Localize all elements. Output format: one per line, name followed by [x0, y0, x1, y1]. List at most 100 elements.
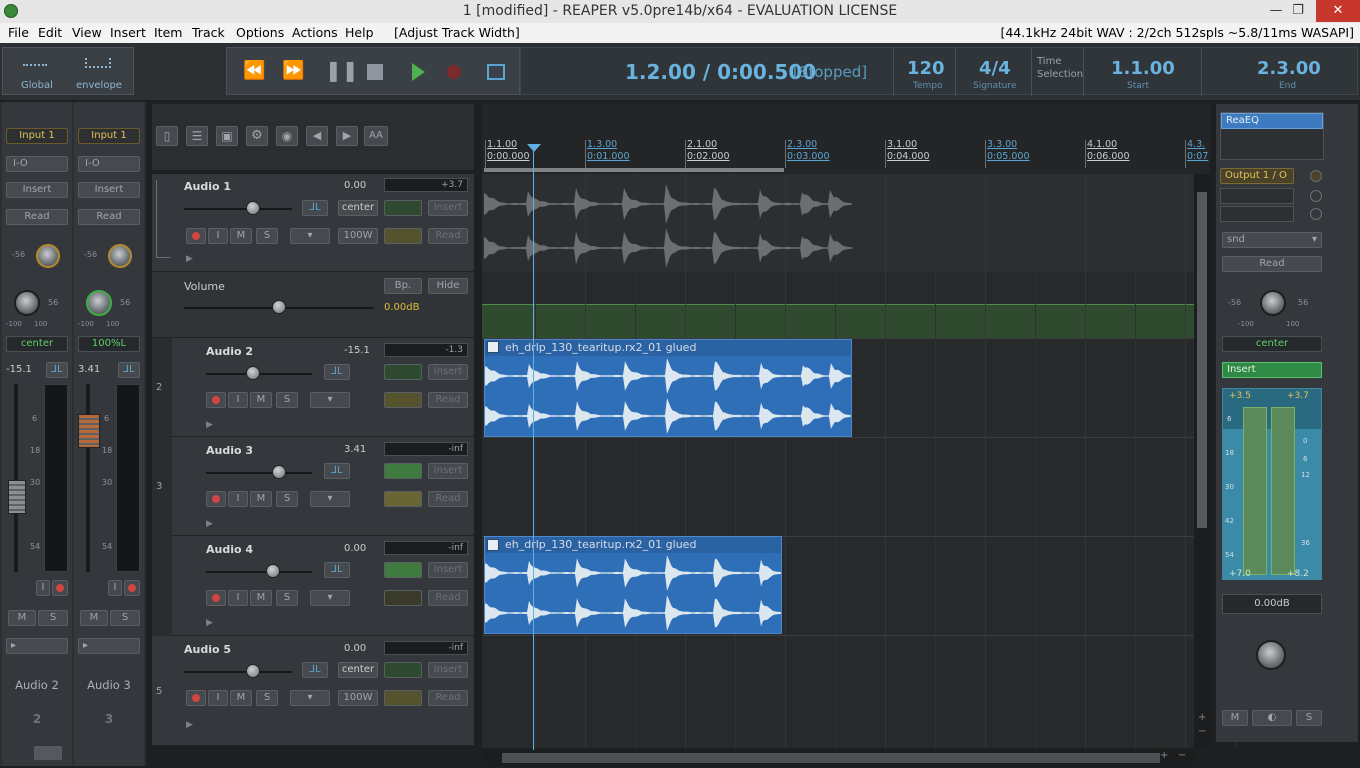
strip-name[interactable]: Audio 2: [2, 678, 72, 692]
phase-button[interactable]: ⅃L: [324, 364, 350, 380]
track-fx-bypass-indicator[interactable]: [384, 200, 422, 216]
track-name[interactable]: Audio 5: [184, 643, 231, 656]
track-pan-value[interactable]: center: [338, 662, 378, 678]
selection-start-value[interactable]: 1.1.00: [1111, 58, 1175, 79]
expand-icon[interactable]: ▶: [186, 254, 193, 264]
envelope-slider-knob[interactable]: [272, 300, 286, 314]
track-env-indicator[interactable]: [384, 690, 422, 706]
envelope-bypass-button[interactable]: Bp.: [384, 278, 422, 294]
menu-file[interactable]: File: [8, 25, 29, 40]
strip-input-monitor-button[interactable]: I: [36, 580, 50, 596]
rec-arm-button[interactable]: [206, 590, 226, 606]
audio-item-track-4[interactable]: eh_drlp_130_tearitup.rx2_01 glued: [484, 536, 782, 634]
strip-volume-knob[interactable]: [36, 244, 60, 268]
global-icon[interactable]: [23, 58, 47, 66]
signature-value[interactable]: 4/4: [979, 58, 1011, 79]
position-readout[interactable]: 1.2.00 / 0:00.500: [625, 60, 816, 84]
expand-icon[interactable]: ▶: [206, 519, 213, 529]
track-insert-button[interactable]: Insert: [428, 200, 468, 216]
track-name[interactable]: Audio 4: [206, 543, 253, 556]
strip-mute-button[interactable]: M: [80, 610, 108, 626]
stop-icon[interactable]: [367, 64, 383, 80]
strip-phase-button[interactable]: ⅃L: [118, 362, 140, 378]
rec-arm-button[interactable]: [206, 392, 226, 408]
strip-solo-button[interactable]: S: [38, 610, 68, 626]
strip-name[interactable]: Audio 3: [74, 678, 144, 692]
master-volume-knob[interactable]: [1256, 640, 1286, 670]
track-io-dropdown[interactable]: ▾: [290, 228, 330, 244]
envelope-lane-volume[interactable]: Volume Bp. Hide 0.00dB: [152, 272, 474, 338]
track-env-indicator[interactable]: [384, 228, 422, 244]
mute-button[interactable]: M: [250, 491, 272, 507]
strip-fader-handle[interactable]: [8, 480, 26, 514]
menu-item[interactable]: Item: [154, 25, 182, 40]
pause-icon[interactable]: ❚❚: [325, 58, 359, 82]
tempo-value[interactable]: 120: [907, 58, 945, 79]
track-header-audio-4[interactable]: Audio 4 0.00 -inf ⅃L Insert I M S ▾ Read…: [172, 536, 474, 636]
menu-view[interactable]: View: [72, 25, 102, 40]
track-insert-button[interactable]: Insert: [428, 364, 468, 380]
solo-button[interactable]: S: [276, 491, 298, 507]
strip-phase-button[interactable]: ⅃L: [46, 362, 68, 378]
monitor-button[interactable]: I: [208, 690, 228, 706]
strip-input-button[interactable]: Input 1: [78, 128, 140, 144]
master-output-slot-2[interactable]: [1220, 188, 1294, 204]
undo-arrow-icon[interactable]: ◀: [306, 126, 328, 146]
strip-rec-arm-button[interactable]: [124, 580, 140, 596]
track-env-indicator[interactable]: [384, 491, 422, 507]
track-width-value[interactable]: 100W: [338, 228, 378, 244]
strip-expand-button[interactable]: ▸: [6, 638, 68, 654]
track-read-button[interactable]: Read: [428, 491, 468, 507]
expand-icon[interactable]: ▶: [186, 720, 193, 730]
track-io-dropdown[interactable]: ▾: [310, 491, 350, 507]
track-insert-button[interactable]: Insert: [428, 463, 468, 479]
menu-actions[interactable]: Actions: [292, 25, 338, 40]
track-read-button[interactable]: Read: [428, 392, 468, 408]
strip-input-button[interactable]: Input 1: [6, 128, 68, 144]
phase-button[interactable]: ⅃L: [302, 200, 328, 216]
solo-button[interactable]: S: [276, 392, 298, 408]
phase-button[interactable]: ⅃L: [302, 662, 328, 678]
audio-item-track-2[interactable]: eh_drlp_130_tearitup.rx2_01 glued: [484, 339, 852, 437]
global-label[interactable]: Global: [21, 80, 53, 91]
track-volume-slider[interactable]: [184, 671, 292, 673]
strip-io-dropdown[interactable]: I-O: [78, 156, 140, 172]
close-button[interactable]: ✕: [1316, 0, 1360, 22]
track-io-dropdown[interactable]: ▾: [310, 590, 350, 606]
track-io-dropdown[interactable]: ▾: [290, 690, 330, 706]
monitor-button[interactable]: I: [228, 491, 248, 507]
solo-button[interactable]: S: [256, 690, 278, 706]
track-insert-button[interactable]: Insert: [428, 662, 468, 678]
solo-button[interactable]: S: [276, 590, 298, 606]
track-header-audio-1[interactable]: Audio 1 0.00 +3.7 ⅃L center Insert I M S…: [152, 174, 474, 272]
mute-button[interactable]: M: [250, 392, 272, 408]
strip-volume-knob[interactable]: [108, 244, 132, 268]
master-volume-value[interactable]: 0.00dB: [1222, 594, 1322, 614]
mute-button[interactable]: M: [230, 228, 252, 244]
master-fx-slot[interactable]: ReaEQ: [1220, 112, 1324, 160]
master-solo-button[interactable]: S: [1296, 710, 1322, 726]
rec-arm-button[interactable]: [186, 690, 206, 706]
monitor-button[interactable]: I: [228, 590, 248, 606]
new-file-icon[interactable]: ▯: [156, 126, 178, 146]
track-volume-slider-knob[interactable]: [272, 465, 286, 479]
track-volume-slider-knob[interactable]: [246, 664, 260, 678]
metronome-icon[interactable]: ◉: [276, 126, 298, 146]
rewind-icon[interactable]: ⏪: [243, 60, 265, 81]
track-env-indicator[interactable]: [384, 392, 422, 408]
fast-forward-icon[interactable]: ⏩: [282, 60, 304, 81]
track-name[interactable]: Audio 1: [184, 180, 231, 193]
play-cursor[interactable]: [533, 146, 534, 750]
envelope-icon[interactable]: [85, 58, 111, 68]
strip-rec-arm-button[interactable]: [52, 580, 68, 596]
track-name[interactable]: Audio 2: [206, 345, 253, 358]
mute-button[interactable]: M: [230, 690, 252, 706]
vertical-scrollbar[interactable]: + −: [1194, 174, 1210, 748]
master-mute-button[interactable]: M: [1222, 710, 1248, 726]
master-pan-value[interactable]: center: [1222, 336, 1322, 352]
track-header-audio-2[interactable]: 2 Audio 2 -15.1 -1.3 ⅃L Insert I M S ▾ R…: [156, 338, 474, 437]
solo-button[interactable]: S: [256, 228, 278, 244]
master-radio-2[interactable]: [1310, 190, 1322, 202]
track-fx-bypass-indicator[interactable]: [384, 364, 422, 380]
strip-pan-value[interactable]: 100%L: [78, 336, 140, 352]
